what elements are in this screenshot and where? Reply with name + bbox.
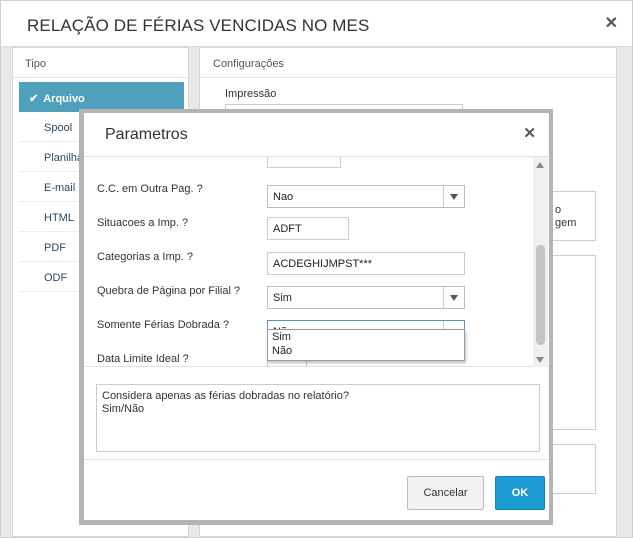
window-header: RELAÇÃO DE FÉRIAS VENCIDAS NO MES ✕: [1, 1, 632, 47]
dropdown-arrow-cell: [443, 186, 464, 207]
help-line-1: Considera apenas as férias dobradas no r…: [102, 390, 350, 402]
window-close-icon[interactable]: ✕: [605, 13, 618, 33]
tipo-item-arquivo[interactable]: ✔ Arquivo: [19, 82, 184, 112]
config-option-text-1: o: [555, 204, 562, 216]
dropdown-option-nao[interactable]: Não: [268, 344, 464, 358]
quebra-filial-select[interactable]: Sim: [267, 286, 465, 309]
scrollbar-thumb[interactable]: [536, 245, 545, 345]
check-icon: ✔: [29, 93, 39, 105]
help-line-2: Sim/Não: [102, 403, 145, 415]
cancel-button[interactable]: Cancelar: [407, 476, 484, 510]
window-title: RELAÇÃO DE FÉRIAS VENCIDAS NO MES: [27, 16, 370, 35]
scroll-up-icon[interactable]: [536, 162, 544, 168]
partial-param-field[interactable]: [267, 157, 341, 168]
scroll-down-icon[interactable]: [536, 357, 544, 363]
param-label-cc-outra-pag: C.C. em Outra Pag. ?: [97, 183, 203, 195]
param-help-text: Considera apenas as férias dobradas no r…: [96, 384, 540, 452]
chevron-down-icon: [450, 295, 458, 301]
chevron-down-icon: [450, 194, 458, 200]
dialog-header: Parametros ✕: [84, 113, 549, 157]
params-scrollbar[interactable]: [533, 157, 548, 367]
dialog-title: Parametros: [105, 126, 188, 143]
param-label-categorias: Categorias a Imp. ?: [97, 251, 193, 263]
param-label-ferias-dobrada: Somente Férias Dobrada ?: [97, 319, 230, 331]
select-value: Nao: [273, 191, 294, 203]
param-label-quebra-filial: Quebra de Página por Filial ?: [97, 285, 241, 297]
ok-button[interactable]: OK: [495, 476, 545, 510]
configuracoes-header: Configurações: [200, 48, 616, 78]
dropdown-option-sim[interactable]: Sim: [268, 330, 464, 344]
config-option-text-2: gem: [555, 217, 577, 229]
dialog-footer: Cancelar OK: [84, 459, 549, 520]
parametros-dialog: Parametros ✕ C.C. em Outra Pag. ? Nao Si…: [84, 113, 549, 520]
tipo-header: Tipo: [13, 48, 188, 78]
param-label-data-limite: Data Limite Ideal ?: [97, 353, 189, 365]
ferias-dobrada-dropdown-list: Sim Não: [267, 329, 465, 361]
impressao-label: Impressão: [225, 88, 277, 100]
cc-outra-pag-select[interactable]: Nao: [267, 185, 465, 208]
param-label-situacoes: Situacoes a Imp. ?: [97, 217, 189, 229]
dialog-close-icon[interactable]: ✕: [523, 124, 536, 142]
select-value: Sim: [273, 292, 292, 304]
dropdown-arrow-cell: [443, 287, 464, 308]
situacoes-input[interactable]: ADFT: [267, 217, 349, 240]
categorias-input[interactable]: ACDEGHIJMPST***: [267, 252, 465, 275]
tipo-item-label: Arquivo: [43, 93, 85, 105]
